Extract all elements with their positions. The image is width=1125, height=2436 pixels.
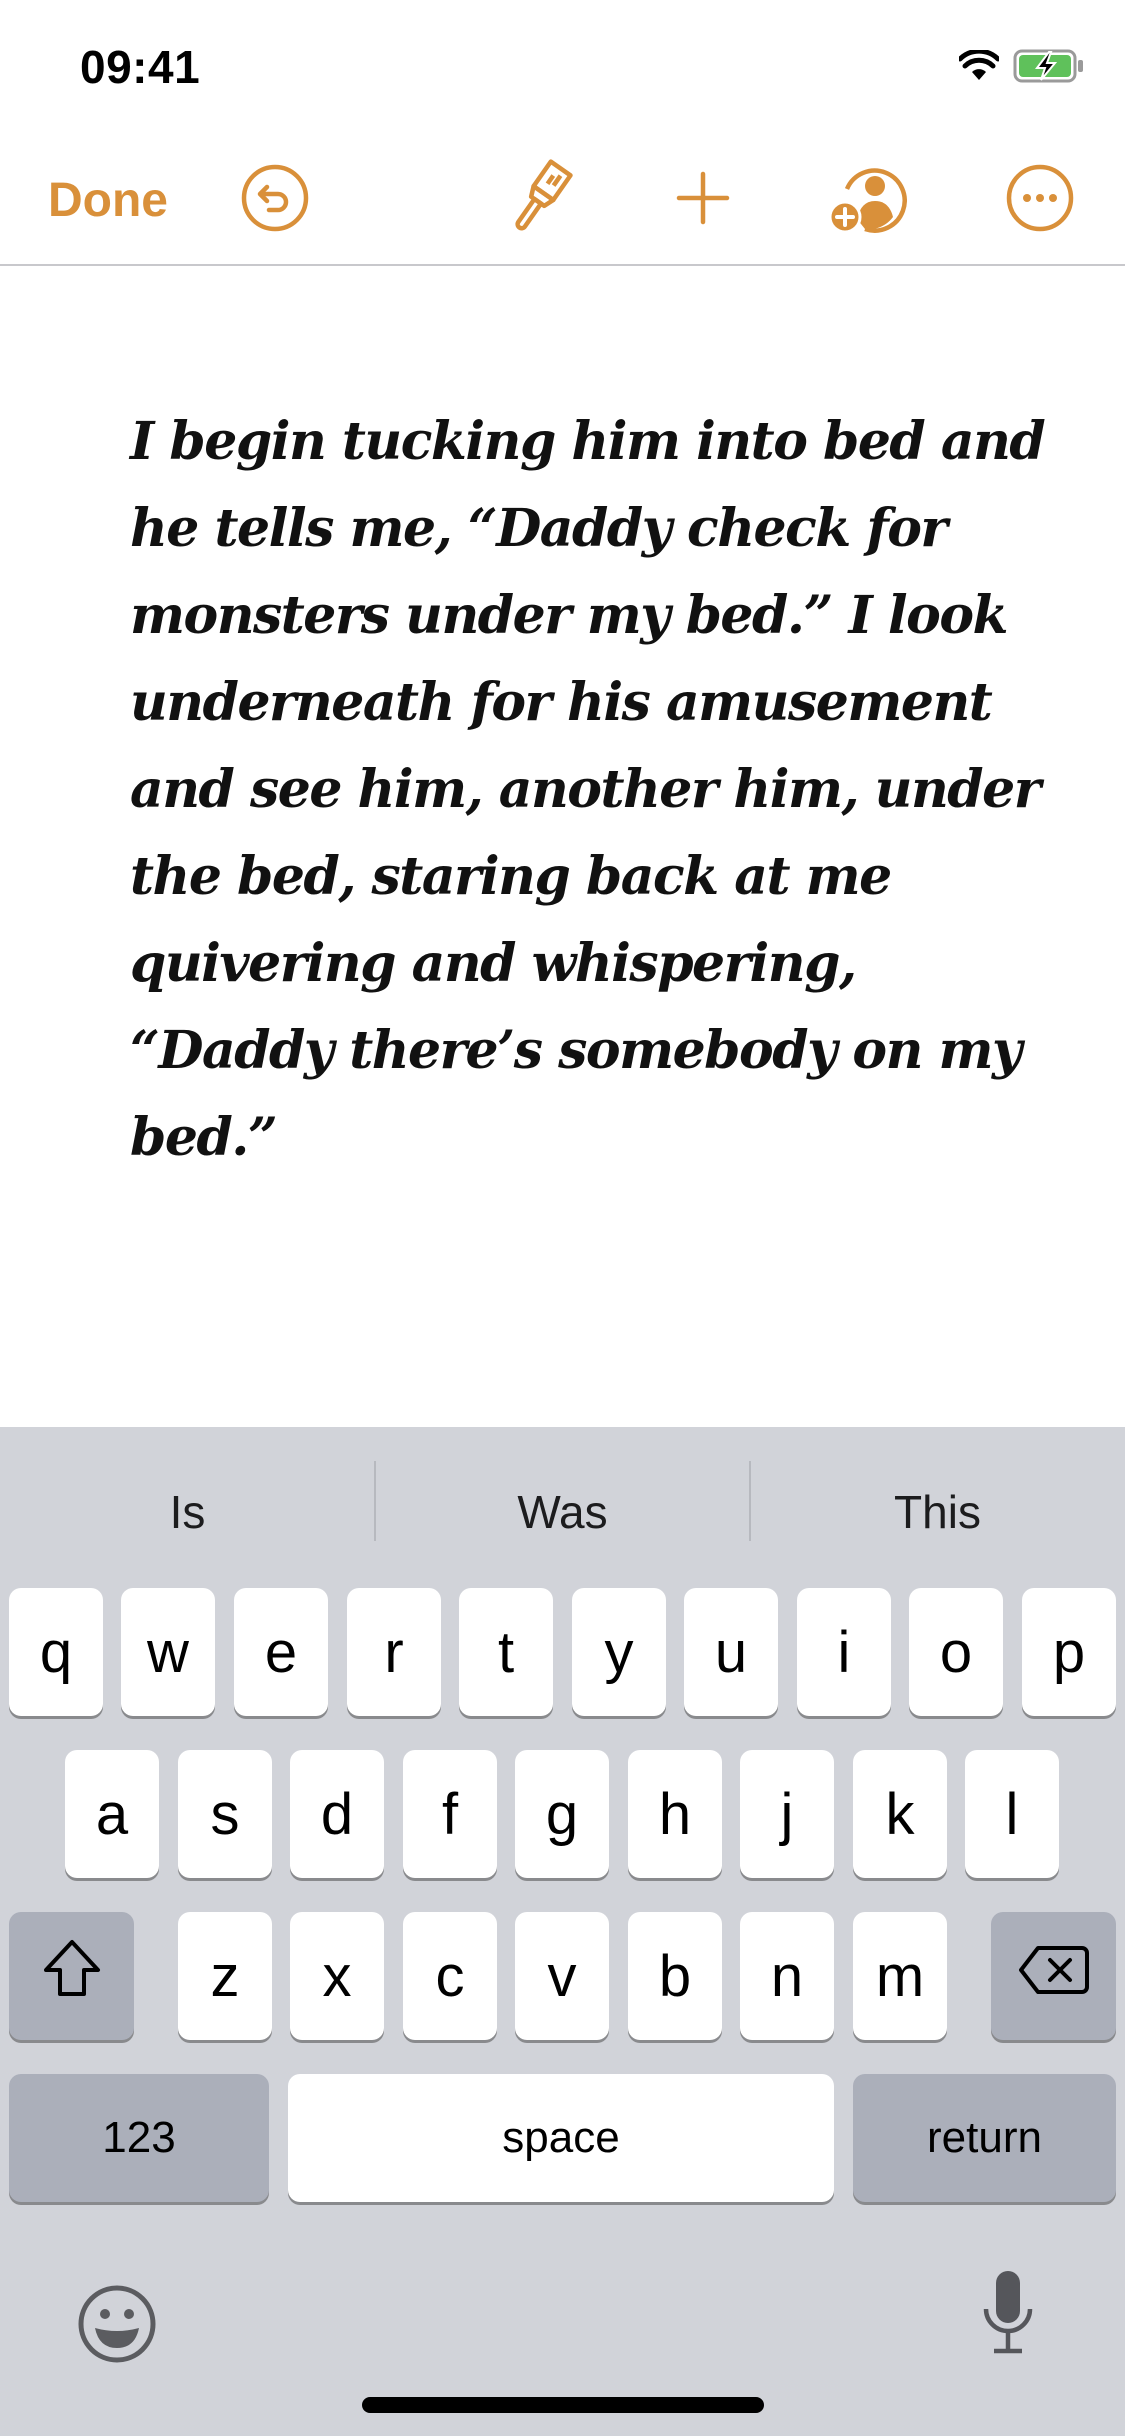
key-i[interactable]: i [797, 1588, 891, 1716]
more-icon [1005, 163, 1075, 238]
key-o[interactable]: o [909, 1588, 1003, 1716]
key-e[interactable]: e [234, 1588, 328, 1716]
key-n[interactable]: n [740, 1912, 834, 2040]
text-line: monsters under my bed.” I look [130, 585, 1009, 646]
suggestion-item[interactable]: Is [0, 1427, 375, 1582]
document-text[interactable]: I begin tucking him into bed and he tell… [130, 398, 1046, 1181]
key-s[interactable]: s [178, 1750, 272, 1878]
more-button[interactable] [1000, 145, 1080, 255]
undo-icon [240, 163, 310, 238]
format-button[interactable] [500, 145, 580, 255]
key-c[interactable]: c [403, 1912, 497, 2040]
key-k[interactable]: k [853, 1750, 947, 1878]
status-icons [957, 48, 1085, 89]
status-time: 09:41 [80, 41, 201, 93]
key-b[interactable]: b [628, 1912, 722, 2040]
key-q[interactable]: q [9, 1588, 103, 1716]
text-line: underneath for his amusement [130, 672, 993, 733]
text-line: the bed, staring back at me [130, 846, 892, 907]
delete-icon [1018, 1943, 1090, 2010]
key-x[interactable]: x [290, 1912, 384, 2040]
add-button[interactable] [663, 145, 743, 255]
shift-icon [42, 1938, 102, 2014]
key-w[interactable]: w [121, 1588, 215, 1716]
key-d[interactable]: d [290, 1750, 384, 1878]
text-line: bed.” [130, 1107, 278, 1168]
undo-button[interactable] [235, 145, 315, 255]
space-key[interactable]: space [288, 2074, 834, 2202]
suggestion-item[interactable]: This [750, 1427, 1125, 1582]
toolbar-divider [0, 264, 1125, 266]
key-y[interactable]: y [572, 1588, 666, 1716]
key-m[interactable]: m [853, 1912, 947, 2040]
key-a[interactable]: a [65, 1750, 159, 1878]
text-line: he tells me, “Daddy check for [130, 498, 948, 559]
keyboard: Is Was This q w e r t y u i o p a s d f … [0, 1427, 1125, 2436]
dictation-button[interactable] [978, 2269, 1038, 2364]
delete-key[interactable] [991, 1912, 1116, 2040]
toolbar: Done [0, 145, 1125, 265]
collaborate-button[interactable] [825, 145, 909, 255]
shift-key[interactable] [9, 1912, 134, 2040]
done-button[interactable]: Done [48, 145, 178, 255]
emoji-button[interactable] [75, 2282, 159, 2371]
key-l[interactable]: l [965, 1750, 1059, 1878]
key-h[interactable]: h [628, 1750, 722, 1878]
battery-charging-icon [1013, 48, 1085, 89]
numbers-key[interactable]: 123 [9, 2074, 269, 2202]
key-z[interactable]: z [178, 1912, 272, 2040]
emoji-icon [75, 2285, 159, 2370]
home-indicator[interactable] [362, 2397, 764, 2413]
text-line: “Daddy there’s somebody on my [130, 1020, 1022, 1081]
format-brush-icon [502, 158, 578, 243]
text-line: and see him, another him, under [130, 759, 1041, 820]
key-f[interactable]: f [403, 1750, 497, 1878]
add-icon [673, 168, 733, 233]
microphone-icon [978, 2271, 1038, 2363]
collaborate-icon [827, 161, 907, 240]
wifi-icon [957, 48, 1001, 87]
key-j[interactable]: j [740, 1750, 834, 1878]
suggestion-bar: Is Was This [0, 1427, 1125, 1582]
key-t[interactable]: t [459, 1588, 553, 1716]
key-u[interactable]: u [684, 1588, 778, 1716]
status-bar: 09:41 [0, 0, 1125, 130]
return-key[interactable]: return [853, 2074, 1116, 2202]
suggestion-item[interactable]: Was [375, 1427, 750, 1582]
key-r[interactable]: r [347, 1588, 441, 1716]
text-line: quivering and whispering, [130, 933, 857, 994]
key-g[interactable]: g [515, 1750, 609, 1878]
key-p[interactable]: p [1022, 1588, 1116, 1716]
key-v[interactable]: v [515, 1912, 609, 2040]
text-line: I begin tucking him into bed and [130, 411, 1046, 472]
